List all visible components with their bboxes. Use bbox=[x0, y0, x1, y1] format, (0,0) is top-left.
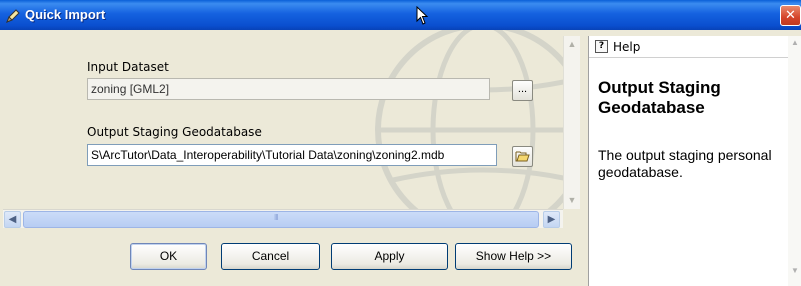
open-folder-icon bbox=[515, 151, 530, 162]
apply-button[interactable]: Apply bbox=[331, 243, 448, 270]
help-title: Output Staging Geodatabase bbox=[598, 78, 721, 117]
help-scroll-down-arrow-icon[interactable]: ▼ bbox=[788, 264, 801, 278]
help-icon: ? bbox=[595, 40, 608, 53]
scroll-up-arrow-icon[interactable]: ▲ bbox=[564, 36, 580, 52]
output-geodatabase-browse-button[interactable] bbox=[512, 146, 533, 167]
help-scroll-up-arrow-icon[interactable]: ▲ bbox=[788, 36, 801, 50]
output-geodatabase-label: Output Staging Geodatabase bbox=[87, 125, 262, 139]
form-pane: Input Dataset zoning [GML2] ... Output S… bbox=[3, 30, 563, 209]
scroll-down-arrow-icon[interactable]: ▼ bbox=[564, 192, 580, 208]
pencil-icon bbox=[6, 9, 20, 23]
output-geodatabase-field[interactable]: S\ArcTutor\Data_Interoperability\Tutoria… bbox=[87, 144, 497, 166]
help-body-text: The output staging personal geodatabase. bbox=[598, 147, 772, 180]
scroll-left-arrow-icon[interactable]: ◀ bbox=[4, 211, 21, 228]
help-header[interactable]: ? Help bbox=[589, 36, 789, 58]
window-title: Quick Import bbox=[25, 7, 106, 22]
help-pane: ? Help Output Staging Geodatabase The ou… bbox=[588, 36, 801, 286]
form-horizontal-scrollbar[interactable]: ◀ III ▶ bbox=[3, 209, 563, 228]
scroll-grip: III bbox=[274, 213, 279, 222]
quick-import-window: Quick Import ✕ Input Dataset zoning [GML… bbox=[0, 0, 801, 286]
help-vertical-scrollbar[interactable]: ▲ ▼ bbox=[788, 36, 801, 286]
globe-watermark-icon bbox=[375, 30, 563, 209]
show-help-button[interactable]: Show Help >> bbox=[455, 243, 572, 270]
cancel-button[interactable]: Cancel bbox=[221, 243, 320, 270]
scroll-right-arrow-icon[interactable]: ▶ bbox=[543, 211, 560, 228]
input-dataset-browse-button[interactable]: ... bbox=[512, 80, 533, 101]
title-bar[interactable]: Quick Import ✕ bbox=[0, 0, 801, 30]
form-vertical-scrollbar[interactable]: ▲ ▼ bbox=[563, 36, 580, 209]
ok-button[interactable]: OK bbox=[130, 243, 207, 270]
help-tab-label: Help bbox=[613, 40, 641, 54]
mouse-pointer-icon bbox=[416, 6, 429, 25]
input-dataset-label: Input Dataset bbox=[87, 60, 169, 74]
input-dataset-field[interactable]: zoning [GML2] bbox=[87, 78, 490, 100]
close-button[interactable]: ✕ bbox=[780, 5, 801, 26]
horizontal-scroll-thumb[interactable]: III bbox=[23, 211, 539, 228]
